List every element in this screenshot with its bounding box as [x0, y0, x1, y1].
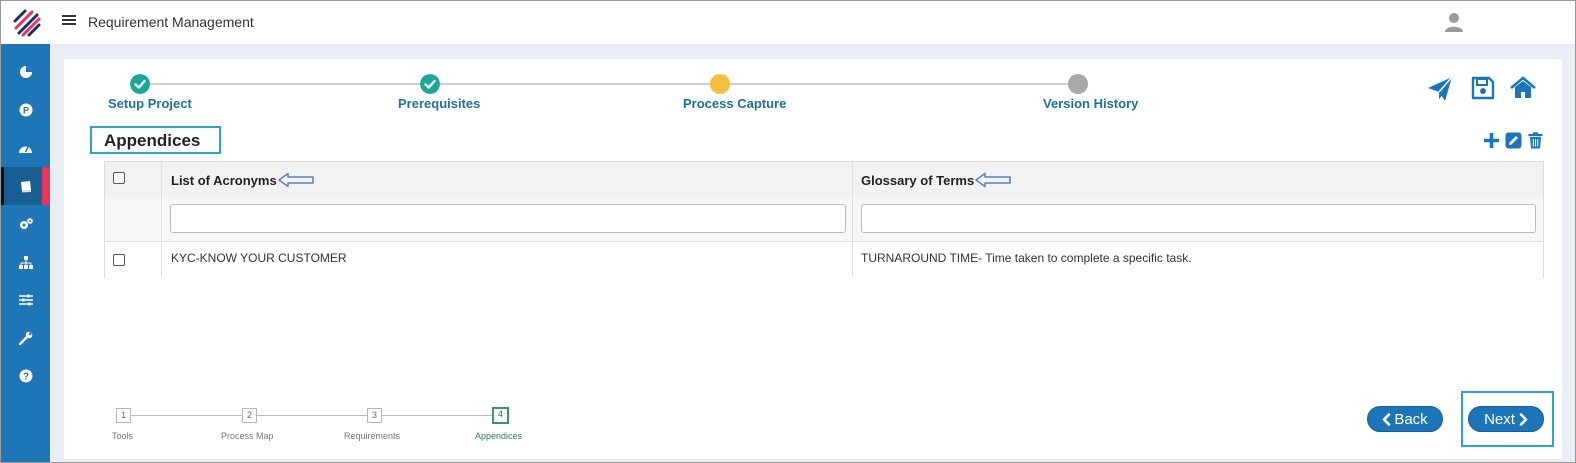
- select-all-checkbox[interactable]: [113, 172, 125, 184]
- table-cell-acronym: KYC-KNOW YOUR CUSTOMER: [171, 251, 347, 265]
- step-label-process-capture[interactable]: Process Capture: [683, 96, 786, 111]
- table-header: List of Acronyms Glossary of Terms: [105, 162, 1543, 197]
- step-current-dot: [710, 74, 730, 94]
- column-header-glossary[interactable]: Glossary of Terms: [861, 173, 974, 188]
- sidebar-item-tools[interactable]: [1, 319, 50, 357]
- step-done-icon: [130, 74, 150, 94]
- sidebar-item-help[interactable]: ?: [1, 357, 50, 395]
- sidebar-item-filters[interactable]: [1, 281, 50, 319]
- save-icon[interactable]: [1471, 76, 1495, 100]
- next-button-label: Next: [1484, 410, 1515, 428]
- wizard-step-1[interactable]: 1: [116, 408, 131, 423]
- wrench-icon: [18, 331, 32, 345]
- sliders-icon: [18, 294, 33, 306]
- wizard-label-requirements: Requirements: [344, 431, 401, 441]
- delete-icon[interactable]: [1528, 132, 1543, 149]
- stepper-track: [140, 83, 430, 85]
- column-divider: [161, 162, 162, 277]
- app-title: Requirement Management: [88, 14, 254, 30]
- row-checkbox[interactable]: [113, 254, 125, 266]
- next-button[interactable]: Next: [1468, 406, 1544, 432]
- sidebar-item-hierarchy[interactable]: [1, 243, 50, 281]
- acronyms-filter-input[interactable]: [170, 204, 846, 233]
- pie-chart-icon: [19, 66, 32, 78]
- stepper-track: [430, 83, 720, 85]
- stepper-track: [720, 83, 1078, 85]
- svg-text:P: P: [22, 106, 28, 116]
- add-icon[interactable]: [1483, 132, 1500, 149]
- sidebar-item-requirements[interactable]: [1, 167, 50, 205]
- home-icon[interactable]: [1510, 76, 1536, 100]
- filter-row: [105, 197, 1543, 242]
- sidebar-item-gauge[interactable]: [1, 129, 50, 167]
- glossary-filter-input[interactable]: [861, 204, 1536, 233]
- step-label-version-history[interactable]: Version History: [1043, 96, 1138, 111]
- step-pending-dot: [1068, 74, 1088, 94]
- sidebar-item-projects[interactable]: P: [1, 91, 50, 129]
- back-button-label: Back: [1394, 410, 1428, 428]
- book-icon: [20, 180, 31, 192]
- wizard-label-process-map: Process Map: [221, 431, 274, 441]
- wizard-step-2[interactable]: 2: [242, 408, 257, 423]
- send-icon[interactable]: [1427, 76, 1453, 102]
- wizard-step-3[interactable]: 3: [367, 408, 382, 423]
- user-avatar-icon[interactable]: [1443, 11, 1465, 33]
- appendices-table: List of Acronyms Glossary of Terms KYC-K…: [104, 161, 1544, 278]
- column-header-acronyms[interactable]: List of Acronyms: [171, 173, 277, 188]
- wizard-label-tools: Tools: [112, 431, 134, 441]
- step-label-prerequisites[interactable]: Prerequisites: [398, 96, 480, 111]
- sidebar-item-settings[interactable]: [1, 205, 50, 243]
- help-icon: ?: [19, 369, 32, 383]
- wizard-track: [131, 415, 501, 416]
- app-window: Requirement Management P ? Setup Project…: [0, 0, 1576, 463]
- sidebar: P ?: [1, 44, 50, 462]
- cogs-icon: [19, 218, 33, 229]
- sidebar-item-dashboard[interactable]: [1, 53, 50, 91]
- sitemap-icon: [18, 255, 33, 269]
- dashboard-gauge-icon: [19, 146, 32, 153]
- arrow-left-icon: [278, 172, 314, 188]
- step-label-setup[interactable]: Setup Project: [108, 96, 192, 111]
- p-circle-icon: P: [19, 103, 32, 117]
- app-logo: [13, 9, 41, 37]
- section-title-appendices: Appendices: [90, 126, 221, 154]
- step-done-icon: [420, 74, 440, 94]
- back-button[interactable]: Back: [1367, 406, 1443, 432]
- table-cell-glossary: TURNAROUND TIME- Time taken to complete …: [861, 251, 1192, 265]
- chevron-left-icon: [1383, 412, 1391, 426]
- column-divider: [852, 162, 853, 277]
- wizard-step-4[interactable]: 4: [492, 407, 509, 424]
- wizard-label-appendices: Appendices: [475, 431, 523, 441]
- svg-text:?: ?: [22, 372, 28, 383]
- top-bar: Requirement Management: [1, 1, 1575, 44]
- arrow-left-icon: [975, 172, 1011, 188]
- edit-icon[interactable]: [1505, 132, 1522, 149]
- table-row[interactable]: KYC-KNOW YOUR CUSTOMER TURNAROUND TIME- …: [105, 242, 1543, 278]
- chevron-right-icon: [1519, 412, 1528, 426]
- hamburger-menu-icon[interactable]: [62, 13, 76, 29]
